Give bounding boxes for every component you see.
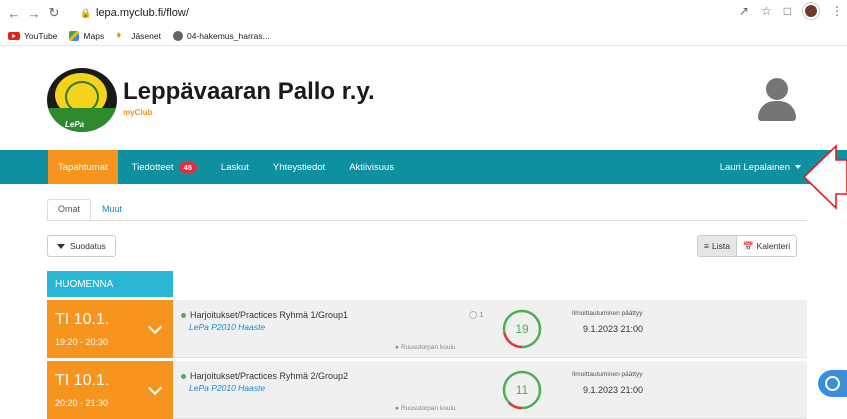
maps-icon	[69, 30, 80, 41]
location-icon: ●	[395, 405, 399, 412]
nav-yhteystiedot[interactable]: Yhteystiedot	[263, 150, 335, 184]
nav-tiedotteet[interactable]: Tiedotteet 45	[122, 150, 207, 184]
youtube-icon	[8, 31, 20, 40]
chat-button[interactable]	[818, 370, 847, 397]
unread-badge: 45	[178, 161, 197, 173]
tab-divider	[47, 220, 807, 221]
menu-icon[interactable]: ⋮	[831, 4, 843, 18]
list-view-button[interactable]: ≡ Lista	[698, 236, 736, 256]
club-name: Leppävaaran Pallo r.y.	[123, 78, 375, 105]
bookmarks-bar: YouTube Maps ♦ Jäsenet 04-hakemus_harras.…	[0, 26, 847, 46]
event-date[interactable]: TI 10.1. 19:20 - 20:30	[47, 300, 173, 358]
registration-deadline: 9.1.2023 21:00	[583, 385, 644, 395]
status-dot	[181, 373, 186, 379]
attendance-count: 19	[515, 322, 529, 336]
globe-icon	[172, 30, 183, 41]
club-logo[interactable]: LePa	[47, 68, 117, 132]
bookmark-youtube[interactable]: YouTube	[8, 31, 57, 41]
calendar-view-button[interactable]: 📅 Kalenteri	[735, 236, 797, 256]
main-nav: Tapahtumat Tiedotteet 45 Laskut Yhteystie…	[0, 150, 847, 184]
forward-icon[interactable]: →	[24, 3, 44, 23]
event-row[interactable]: TI 10.1. 20:20 - 21:30 Harjoitukset/Prac…	[47, 361, 807, 419]
day-header: HUOMENNA	[47, 271, 173, 297]
lock-icon: 🔒	[80, 8, 92, 18]
status-dot	[181, 312, 186, 318]
registration-label: Ilmoittautuminen päättyy	[572, 371, 643, 378]
nav-laskut[interactable]: Laskut	[211, 150, 259, 184]
share-icon[interactable]: ↗	[739, 4, 749, 18]
event-date[interactable]: TI 10.1. 20:20 - 21:30	[47, 361, 173, 419]
attendance-ring: 11	[501, 369, 543, 411]
event-location: ● Ruusutorpan koulu	[395, 405, 456, 412]
comment-icon: ◯	[469, 310, 478, 319]
tab-omat[interactable]: Omat	[47, 199, 92, 221]
list-icon: ≡	[704, 241, 709, 251]
bookmark-hakemus[interactable]: 04-hakemus_harras...	[172, 30, 270, 41]
reload-icon[interactable]: ↻	[44, 3, 64, 23]
user-avatar-icon[interactable]	[756, 78, 796, 124]
star-icon[interactable]: ☆	[761, 4, 772, 18]
registration-deadline: 9.1.2023 21:00	[583, 324, 644, 334]
annotation-arrow	[802, 144, 847, 210]
user-menu[interactable]: Lauri Lepalainen	[720, 150, 801, 184]
filter-button[interactable]: Suodatus	[47, 235, 116, 257]
calendar-icon: 📅	[742, 240, 754, 251]
chevron-down-icon[interactable]	[147, 380, 163, 396]
registration-label: Ilmoittautuminen päättyy	[572, 310, 643, 317]
bookmark-maps[interactable]: Maps	[69, 30, 104, 41]
url-text: lepa.myclub.fi/flow/	[96, 7, 189, 19]
user-name: Lauri Lepalainen	[719, 161, 790, 173]
event-location: ● Ruusutorpan koulu	[395, 344, 456, 351]
nav-tapahtumat[interactable]: Tapahtumat	[48, 150, 118, 184]
event-team[interactable]: LePa P2010 Haaste	[189, 322, 265, 332]
event-tabs: Omat Muut	[47, 199, 133, 221]
location-icon: ●	[395, 344, 399, 351]
comment-count[interactable]: ◯ 1	[469, 310, 484, 319]
browser-toolbar: ← → ↻ 🔒 lepa.myclub.fi/flow/ ↗ ☆ □ ⋮	[0, 0, 847, 26]
club-icon: ♦	[116, 29, 122, 41]
event-title[interactable]: Harjoitukset/Practices Ryhmä 2/Group2	[181, 371, 348, 381]
nav-aktiivisuus[interactable]: Aktiivisuus	[339, 150, 404, 184]
back-icon[interactable]: ←	[4, 3, 24, 23]
sidepanel-icon[interactable]: □	[784, 4, 791, 18]
tab-muut[interactable]: Muut	[91, 199, 133, 221]
event-row[interactable]: TI 10.1. 19:20 - 20:30 Harjoitukset/Prac…	[47, 300, 807, 358]
address-bar[interactable]: 🔒 lepa.myclub.fi/flow/	[80, 3, 740, 23]
page-header: LePa Leppävaaran Pallo r.y. myClub	[0, 46, 847, 150]
profile-avatar[interactable]	[803, 3, 819, 19]
view-toggle: ≡ Lista 📅 Kalenteri	[697, 235, 798, 257]
attendance-count: 11	[515, 383, 529, 397]
attendance-ring: 19	[501, 308, 543, 350]
event-title[interactable]: Harjoitukset/Practices Ryhmä 1/Group1	[181, 310, 348, 320]
filter-icon	[57, 243, 65, 249]
event-team[interactable]: LePa P2010 Haaste	[189, 383, 265, 393]
chevron-down-icon[interactable]	[147, 319, 163, 335]
bookmark-jasenet[interactable]: ♦ Jäsenet	[116, 29, 161, 41]
myclub-label: myClub	[123, 108, 153, 117]
